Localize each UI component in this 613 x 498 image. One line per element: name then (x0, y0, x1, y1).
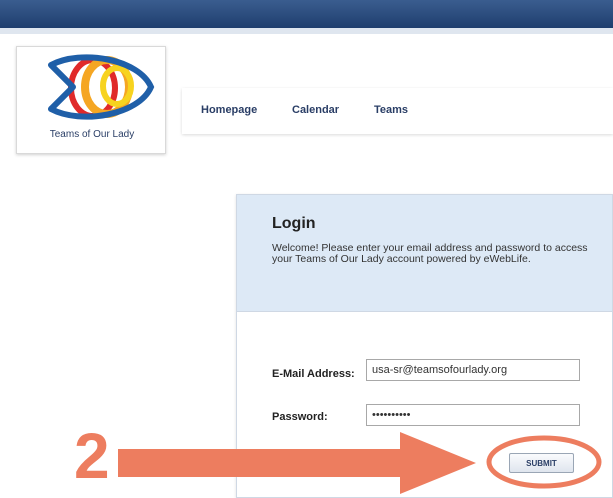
step-number: 2 (74, 420, 110, 492)
annotation-circle-icon (486, 435, 602, 489)
annotation-arrow-icon (118, 432, 476, 494)
